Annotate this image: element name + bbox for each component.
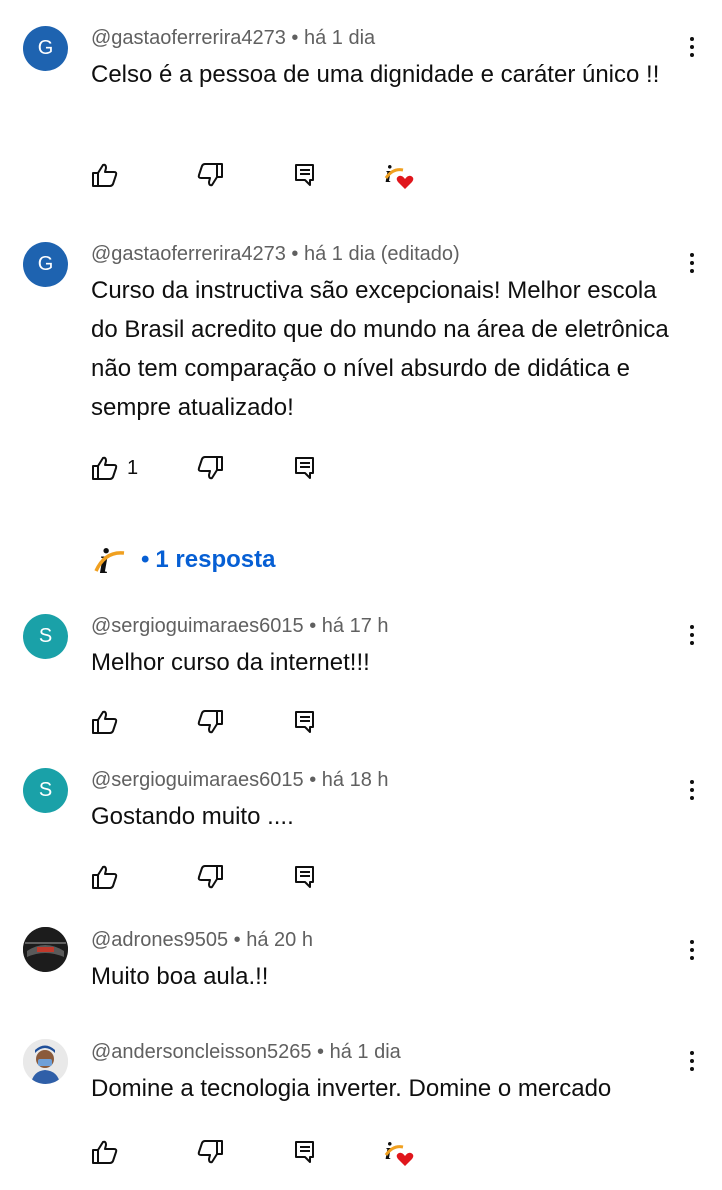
dislike-button[interactable] <box>196 160 224 190</box>
creator-heart-icon: i <box>383 1137 419 1167</box>
comment-meta: @gastaoferrerira4273 • há 1 dia (editado… <box>91 243 460 266</box>
more-options-button[interactable] <box>682 620 702 650</box>
meta-separator: • <box>291 243 299 265</box>
more-options-button[interactable] <box>682 32 702 62</box>
comment-reply-icon <box>295 711 314 733</box>
replies-count: 1 resposta <box>155 546 276 573</box>
comment-reply-icon <box>295 866 314 888</box>
comment-text: Domine a tecnologia inverter. Domine o m… <box>91 1075 612 1102</box>
author-name[interactable]: @sergioguimaraes6015 <box>91 615 304 637</box>
dislike-button[interactable] <box>196 707 224 737</box>
more-vert-icon <box>690 940 694 944</box>
thumb-down-icon <box>197 710 223 734</box>
thumb-up-icon <box>92 865 118 889</box>
comment-actions: i <box>91 160 471 190</box>
more-vert-icon <box>690 780 694 784</box>
like-button[interactable] <box>91 862 119 892</box>
replies-separator: • <box>141 546 150 573</box>
more-options-button[interactable] <box>682 775 702 805</box>
author-name[interactable]: @gastaoferrerira4273 <box>91 243 286 265</box>
more-options-button[interactable] <box>682 935 702 965</box>
reply-button[interactable] <box>293 862 317 892</box>
more-vert-icon <box>690 253 694 257</box>
avatar[interactable]: G <box>23 242 68 287</box>
creator-heart-icon: i <box>383 160 419 190</box>
comment-text: Curso da instructiva são excepcionais! M… <box>91 277 669 421</box>
author-name[interactable]: @gastaoferrerira4273 <box>91 27 286 49</box>
reply-button[interactable] <box>293 707 317 737</box>
comment-actions: i <box>91 1137 471 1167</box>
meta-separator: • <box>309 769 317 791</box>
comment-actions: 1 <box>91 453 471 483</box>
like-count: 1 <box>127 456 139 479</box>
avatar-letter: G <box>37 253 54 275</box>
thumb-up-icon <box>92 1140 118 1164</box>
comment-text: Melhor curso da internet!!! <box>91 649 370 676</box>
avatar[interactable] <box>23 1039 68 1084</box>
reply-button[interactable] <box>293 160 317 190</box>
author-name[interactable]: @sergioguimaraes6015 <box>91 769 304 791</box>
comment-text: Celso é a pessoa de uma dignidade e cará… <box>91 61 660 88</box>
more-vert-icon <box>690 37 694 41</box>
like-button[interactable] <box>91 1137 119 1167</box>
avatar-letter: S <box>38 625 53 647</box>
avatar[interactable]: S <box>23 768 68 813</box>
more-options-button[interactable] <box>682 1046 702 1076</box>
timestamp[interactable]: há 1 dia (editado) <box>304 243 460 265</box>
timestamp[interactable]: há 1 dia <box>330 1041 401 1063</box>
author-name[interactable]: @adrones9505 <box>91 929 228 951</box>
comment-reply-icon <box>295 457 314 479</box>
more-options-button[interactable] <box>682 248 702 278</box>
comment-text: Muito boa aula.!! <box>91 963 269 990</box>
thumb-down-icon <box>197 1140 223 1164</box>
comment-meta: @andersoncleisson5265 • há 1 dia <box>91 1041 401 1064</box>
reply-button[interactable] <box>293 1137 317 1167</box>
meta-separator: • <box>317 1041 325 1063</box>
comment-reply-icon <box>295 164 314 186</box>
timestamp[interactable]: há 18 h <box>322 769 389 791</box>
thumb-up-icon <box>92 710 118 734</box>
comment-actions <box>91 707 471 737</box>
comment-meta: @adrones9505 • há 20 h <box>91 929 313 952</box>
comment-actions <box>91 862 471 892</box>
like-button[interactable] <box>91 707 119 737</box>
author-name[interactable]: @andersoncleisson5265 <box>91 1041 311 1063</box>
comment-text: Gostando muito .... <box>91 803 294 830</box>
creator-avatar-icon: i <box>94 541 125 579</box>
meta-separator: • <box>309 615 317 637</box>
avatar[interactable]: S <box>23 614 68 659</box>
dislike-button[interactable] <box>196 862 224 892</box>
timestamp[interactable]: há 17 h <box>322 615 389 637</box>
thumb-down-icon <box>197 163 223 187</box>
comment-meta: @gastaoferrerira4273 • há 1 dia <box>91 27 375 50</box>
more-vert-icon <box>690 625 694 629</box>
thumb-down-icon <box>197 456 223 480</box>
avatar[interactable] <box>23 927 68 972</box>
timestamp[interactable]: há 1 dia <box>304 27 375 49</box>
avatar-image <box>23 1039 68 1084</box>
meta-separator: • <box>291 27 299 49</box>
avatar-letter: G <box>37 37 54 59</box>
view-replies-button[interactable]: i • 1 resposta <box>91 540 275 580</box>
comment-meta: @sergioguimaraes6015 • há 17 h <box>91 615 389 638</box>
comment-reply-icon <box>295 1141 314 1163</box>
meta-separator: • <box>233 929 241 951</box>
thumb-up-icon <box>92 163 118 187</box>
thumb-down-icon <box>197 865 223 889</box>
thumb-up-icon <box>92 456 118 480</box>
reply-button[interactable] <box>293 453 317 483</box>
like-button[interactable] <box>91 160 119 190</box>
comment-meta: @sergioguimaraes6015 • há 18 h <box>91 769 389 792</box>
avatar-letter: S <box>38 779 53 801</box>
timestamp[interactable]: há 20 h <box>246 929 313 951</box>
dislike-button[interactable] <box>196 1137 224 1167</box>
avatar-image <box>23 927 68 972</box>
more-vert-icon <box>690 1051 694 1055</box>
dislike-button[interactable] <box>196 453 224 483</box>
avatar[interactable]: G <box>23 26 68 71</box>
like-button[interactable]: 1 <box>91 453 138 483</box>
